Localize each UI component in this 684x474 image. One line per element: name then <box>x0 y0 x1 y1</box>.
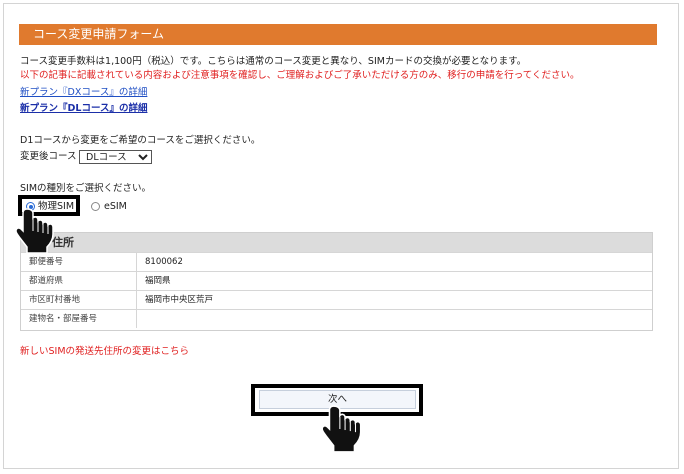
address-key: 市区町村番地 <box>21 291 137 309</box>
address-key: 郵便番号 <box>21 253 137 271</box>
warning-text: 以下の記事に記載されている内容および注意事項を確認し、ご理解およびご了承いただけ… <box>20 70 580 81</box>
table-row: 市区町村番地 福岡市中央区荒戸 <box>21 290 652 309</box>
fee-notice: コース変更手数料は1,100円（税込）です。こちらは通常のコース変更と異なり、S… <box>20 56 527 67</box>
table-row: 郵便番号 8100062 <box>21 252 652 271</box>
address-value: 福岡県 <box>145 276 171 286</box>
address-key: 建物名・部屋番号 <box>21 310 137 328</box>
table-row: 建物名・部屋番号 <box>21 309 652 328</box>
course-select[interactable]: DLコース <box>79 150 152 164</box>
address-table: 住所 郵便番号 8100062 都道府県 福岡県 市区町村番地 福岡市中央区荒戸… <box>20 232 653 331</box>
dx-course-link[interactable]: 新プラン『DXコース』の詳細 <box>20 87 147 99</box>
address-key: 都道府県 <box>21 272 137 290</box>
pointing-hand-icon <box>16 208 54 254</box>
address-value: 8100062 <box>145 257 183 267</box>
esim-label: eSIM <box>104 201 127 212</box>
address-heading: 住所 <box>21 233 652 252</box>
course-label: 変更後コース <box>20 151 77 162</box>
pointing-hand-icon <box>322 405 362 453</box>
address-value <box>137 310 145 328</box>
sim-prompt: SIMの種別をご選択ください。 <box>20 183 152 194</box>
table-row: 都道府県 福岡県 <box>21 271 652 290</box>
change-address-link[interactable]: 新しいSIMの発送先住所の変更はこちら <box>20 346 189 358</box>
form-title: コース変更申請フォーム <box>19 24 657 45</box>
course-prompt: D1コースから変更をご希望のコースをご選択ください。 <box>20 135 261 146</box>
address-value: 福岡市中央区荒戸 <box>145 295 214 305</box>
esim-radio[interactable] <box>91 202 100 211</box>
dl-course-link[interactable]: 新プラン『DLコース』の詳細 <box>20 103 147 115</box>
